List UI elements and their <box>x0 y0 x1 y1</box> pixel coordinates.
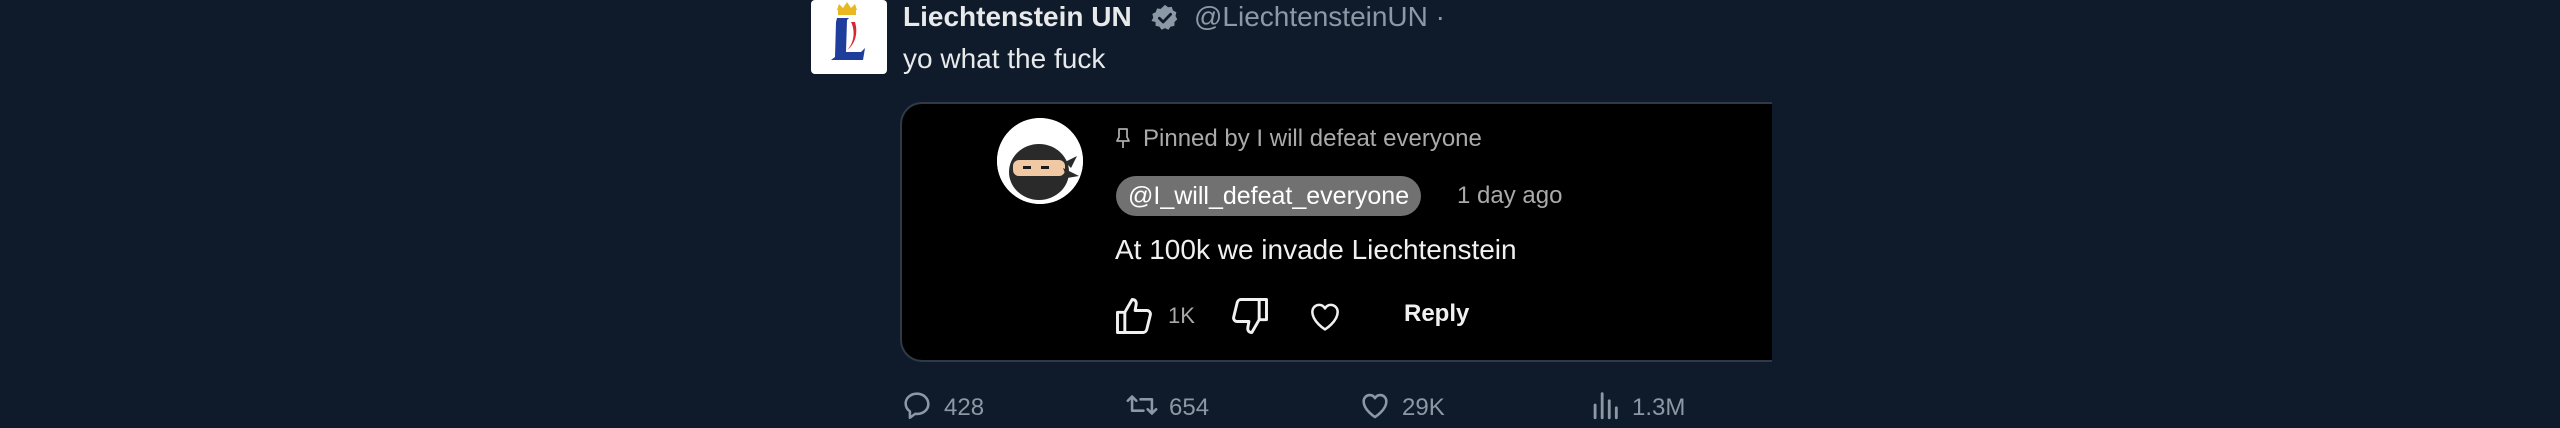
views-icon <box>1593 392 1618 420</box>
like-count: 1K <box>1168 303 1195 328</box>
views-stat[interactable]: 1.3M <box>1588 388 1685 428</box>
retweet-stat[interactable]: 654 <box>1125 388 1209 428</box>
like-count-stat: 29K <box>1402 394 1445 421</box>
comment-text: At 100k we invade Liechtenstein <box>1115 234 1517 265</box>
account-handle[interactable]: @LiechtensteinUN · <box>1194 0 1445 34</box>
reply-count: 428 <box>944 394 985 421</box>
account-avatar[interactable] <box>811 0 887 74</box>
liechtenstein-logo <box>831 2 865 60</box>
like-icon <box>1362 393 1388 419</box>
comment-author-chip[interactable]: @I_will_defeat_everyone <box>1116 176 1422 216</box>
reply-icon <box>904 392 930 420</box>
reply-button[interactable]: Reply <box>1404 298 1469 330</box>
pinned-text: Pinned by I will defeat everyone <box>1143 125 1482 152</box>
thumbs-up-icon[interactable] <box>1112 294 1156 338</box>
reply-stat[interactable]: 428 <box>900 388 984 428</box>
ninja-avatar-icon <box>997 118 1083 204</box>
comment-time[interactable]: 1 day ago <box>1457 180 1562 212</box>
media-card[interactable]: Pinned by I will defeat everyone @I_will… <box>900 102 1772 362</box>
pin-icon <box>1116 128 1130 148</box>
account-name[interactable]: Liechtenstein UN <box>903 0 1132 34</box>
like-stat[interactable]: 29K <box>1358 388 1445 428</box>
verified-badge-icon <box>1151 4 1178 30</box>
retweet-count: 654 <box>1169 394 1210 421</box>
pinned-label: Pinned by I will defeat everyone <box>1115 124 1482 154</box>
thumbs-down-icon[interactable] <box>1228 294 1272 338</box>
tweet-text: yo what the fuck <box>903 43 1106 74</box>
views-count: 1.3M <box>1632 394 1686 421</box>
heart-icon[interactable] <box>1306 297 1344 335</box>
commenter-avatar <box>997 118 1083 204</box>
retweet-icon <box>1126 395 1158 415</box>
